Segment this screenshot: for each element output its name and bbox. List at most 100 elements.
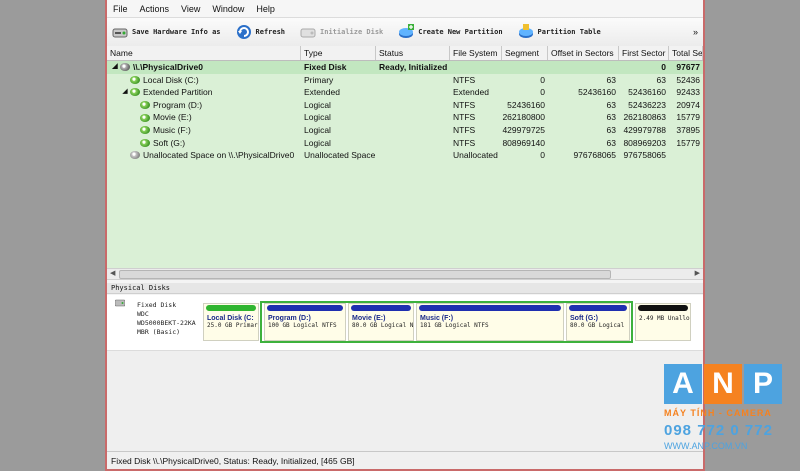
partition-icon [130,88,140,97]
row-file-system: NTFS [453,137,476,148]
toolbar-overflow-button[interactable]: » [693,27,698,37]
toolbar: Save Hardware Info as Refresh Initialize… [107,18,703,47]
row-file-system: Extended [453,87,489,98]
row-status [376,149,450,162]
column-header-status[interactable]: Status [376,46,450,60]
create-new-partition-button[interactable]: Create New Partition [397,23,503,41]
row-segment: 0 [540,150,545,161]
row-offset: 976768065 [573,150,616,161]
partition-icon [140,138,150,147]
row-type: Logical [304,112,331,123]
row-type: Unallocated Space [304,150,376,161]
column-header-total-sectors[interactable]: Total Se [669,46,703,60]
table-row[interactable]: Unallocated Space on \\.\PhysicalDrive0 … [107,149,703,162]
refresh-button[interactable]: Refresh [235,23,286,41]
empty-area [107,351,703,451]
row-type: Extended [304,87,340,98]
column-header-type[interactable]: Type [301,46,376,60]
row-segment: 52436160 [507,99,545,110]
row-first-sector: 52436160 [628,87,666,98]
disk-info: Fixed Disk WDC WD5000BEKT-22KA MBR (Basi… [117,301,205,337]
row-status [376,111,450,124]
scroll-right-arrow-icon[interactable]: ▶ [695,269,700,279]
partition-bar [638,305,688,311]
menu-view[interactable]: View [181,4,200,14]
row-type: Logical [304,99,331,110]
partition-block-d[interactable]: Program (D:) 100 GB Logical NTFS [264,303,346,341]
partition-desc: 181 GB Logical NTFS [420,322,489,329]
partition-desc: 100 GB Logical NTFS [268,322,337,329]
row-segment: 262180800 [502,112,545,123]
partition-icon [140,126,150,135]
menu-actions[interactable]: Actions [140,4,170,14]
row-status [376,74,450,87]
partition-name: Movie (E:) [352,315,386,322]
table-row[interactable]: Music (F:) Logical NTFS 429979725 63 429… [107,124,703,137]
row-name: Soft (G:) [153,137,186,148]
row-type: Primary [304,74,334,85]
partition-name: Music (F:) [420,315,454,322]
menu-help[interactable]: Help [256,4,275,14]
unallocated-icon [130,151,140,160]
column-header-first-sector[interactable]: First Sector [619,46,669,60]
collapse-arrow-icon[interactable]: ◢ [110,61,120,74]
row-segment: 0 [540,74,545,85]
partition-bar [419,305,561,311]
column-header-file-system[interactable]: File System [450,46,502,60]
table-row[interactable]: Program (D:) Logical NTFS 52436160 63 52… [107,99,703,112]
initialize-disk-button[interactable]: Initialize Disk [299,23,383,41]
refresh-label: Refresh [255,28,286,36]
row-total-sectors: 37895 [676,124,700,135]
collapse-arrow-icon[interactable]: ◢ [120,86,130,99]
menu-window[interactable]: Window [212,4,244,14]
create-partition-icon [399,24,415,38]
horizontal-scrollbar[interactable]: ◀ ▶ [107,268,703,280]
create-partition-label: Create New Partition [418,28,503,36]
scroll-left-arrow-icon[interactable]: ◀ [110,269,115,279]
row-segment: 808969140 [502,137,545,148]
row-file-system: NTFS [453,99,476,110]
row-total-sectors: 15779 [676,137,700,148]
logo-letter-p: P [744,364,782,404]
partition-block-unallocated[interactable]: 2.49 MB Unallo [635,303,691,341]
scrollbar-thumb[interactable] [119,270,611,279]
menu-file[interactable]: File [113,4,128,14]
partition-name: Local Disk (C: [207,315,254,322]
partition-desc: 25.0 GB Primar [207,322,258,329]
partition-block-e[interactable]: Movie (E:) 80.0 GB Logical NTFS [348,303,414,341]
row-file-system: Unallocated [453,150,498,161]
partition-icon [140,113,150,122]
partition-bar [351,305,411,311]
row-segment: 0 [540,87,545,98]
save-hardware-info-button[interactable]: Save Hardware Info as [111,23,221,41]
row-offset: 63 [606,124,616,135]
table-row[interactable]: Local Disk (C:) Primary NTFS 0 63 63 524… [107,74,703,87]
row-status [376,86,450,99]
partition-bar [267,305,343,311]
table-row[interactable]: ◢ \\.\PhysicalDrive0 Fixed Disk Ready, I… [107,61,703,74]
menu-bar: File Actions View Window Help [107,0,703,18]
column-header-offset[interactable]: Offset in Sectors [548,46,619,60]
row-offset: 52436160 [578,87,616,98]
table-row[interactable]: ◢ Extended Partition Extended Extended 0… [107,86,703,99]
row-type: Fixed Disk [304,62,347,72]
partition-block-f[interactable]: Music (F:) 181 GB Logical NTFS [416,303,564,341]
table-row[interactable]: Movie (E:) Logical NTFS 262180800 63 262… [107,111,703,124]
column-header-segment[interactable]: Segment [502,46,548,60]
partition-block-g[interactable]: Soft (G:) 80.0 GB Logical [566,303,630,341]
row-name: Unallocated Space on \\.\PhysicalDrive0 [143,150,295,161]
logo-letter-a: A [664,364,702,404]
partition-table-button[interactable]: Partition Table [517,23,601,41]
disk-vendor: WDC [137,310,149,318]
table-row[interactable]: Soft (G:) Logical NTFS 808969140 63 8089… [107,137,703,150]
partition-table-icon [518,24,533,38]
row-total-sectors: 52436 [676,74,700,85]
row-offset: 63 [606,99,616,110]
initialize-disk-icon [300,28,316,38]
row-first-sector: 52436223 [628,99,666,110]
partition-block-c[interactable]: Local Disk (C: 25.0 GB Primar [203,303,259,341]
column-header-name[interactable]: Name [107,46,301,60]
app-window: File Actions View Window Help Save Hardw… [105,0,705,471]
row-offset: 63 [606,74,616,85]
row-status [376,124,450,137]
